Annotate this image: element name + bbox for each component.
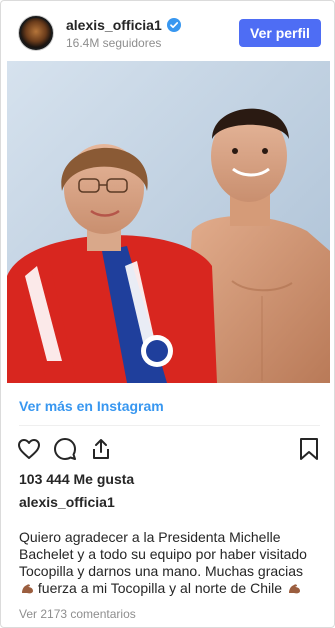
like-count[interactable]: 103 444 Me gusta [19,471,134,487]
post-photo[interactable] [7,61,330,383]
view-more-link[interactable]: Ver más en Instagram [19,398,164,414]
comment-icon[interactable] [53,437,77,461]
action-bar [1,433,334,465]
heart-icon[interactable] [17,437,41,461]
profile-avatar[interactable] [19,16,53,50]
bookmark-icon[interactable] [297,437,321,461]
flexed-biceps-icon [22,584,33,594]
verified-badge-icon [166,18,181,32]
post-caption: Quiero agradecer a la Presidenta Michell… [19,529,319,597]
caption-text-2: fuerza a mi Tocopilla y al norte de Chil… [37,580,282,596]
view-profile-button[interactable]: Ver perfil [239,19,321,47]
username-row[interactable]: alexis_officia1 [66,17,181,33]
caption-username[interactable]: alexis_officia1 [19,494,115,510]
view-comments-link[interactable]: Ver 2173 comentarios [19,607,136,621]
instagram-embed: alexis_officia1 16.4M seguidores Ver per… [0,0,335,628]
follower-count: 16.4M seguidores [66,36,162,50]
flexed-biceps-icon [288,584,300,594]
username[interactable]: alexis_officia1 [66,17,162,33]
post-photo-image [7,61,330,383]
divider [19,425,320,426]
caption-text-1: Quiero agradecer a la Presidenta Michell… [19,529,307,579]
post-header: alexis_officia1 16.4M seguidores Ver per… [1,1,334,61]
share-icon[interactable] [89,437,113,461]
